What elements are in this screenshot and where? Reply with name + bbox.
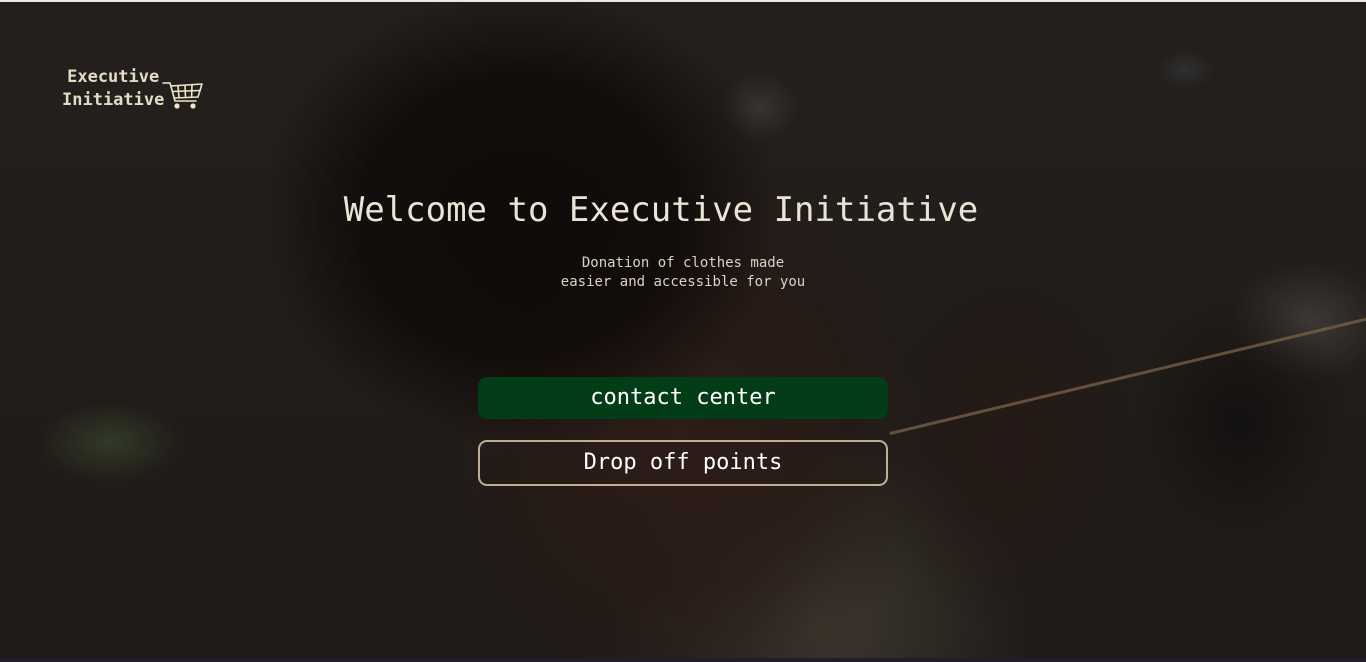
landing-page: Executive Initiative Welcome to Executiv… [0, 0, 1366, 662]
hero-subtitle-line2: easier and accessible for you [560, 274, 806, 290]
brand-name: Executive Initiative [62, 66, 164, 112]
brand-logo[interactable]: Executive Initiative [62, 66, 204, 112]
bottom-edge-strip [0, 658, 1366, 662]
page-title: Welcome to Executive Initiative [343, 190, 979, 230]
brand-name-line1: Executive [67, 67, 160, 87]
hero-subtitle: Donation of clothes made easier and acce… [533, 254, 833, 292]
drop-off-points-button[interactable]: Drop off points [478, 440, 888, 486]
shopping-cart-icon [162, 82, 204, 109]
contact-center-button[interactable]: contact center [478, 377, 888, 419]
hero-subtitle-line1: Donation of clothes made [581, 255, 785, 271]
brand-name-line2: Initiative [62, 90, 165, 110]
hero-dim-overlay [0, 2, 1366, 662]
